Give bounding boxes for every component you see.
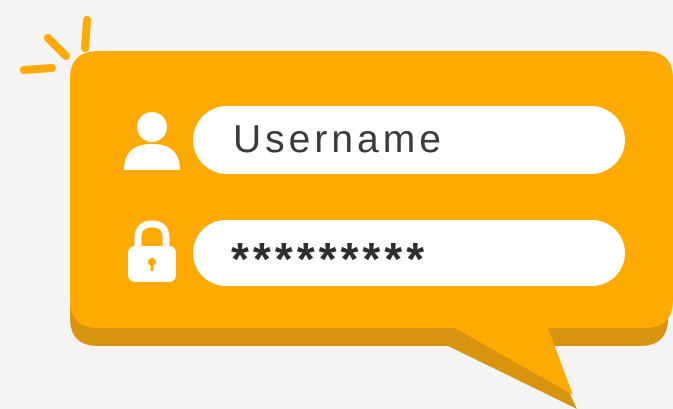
username-field[interactable]: Username [193, 106, 625, 174]
password-field[interactable]: ********* [193, 220, 625, 286]
spark-icon [20, 16, 91, 74]
lock-icon [128, 220, 176, 282]
login-scene: Username ********* [0, 0, 673, 409]
username-placeholder: Username [233, 118, 445, 161]
password-mask: ********* [231, 233, 429, 285]
user-icon [124, 112, 180, 170]
